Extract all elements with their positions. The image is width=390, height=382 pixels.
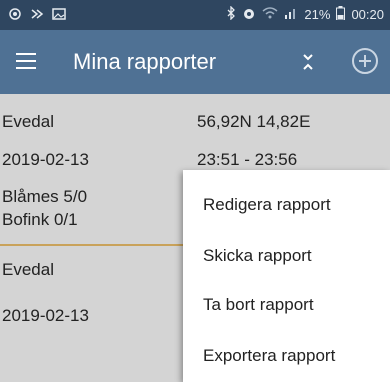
species-entry: Bofink 0/1	[2, 210, 78, 229]
camera-icon	[8, 7, 22, 25]
add-circle-icon[interactable]	[352, 48, 378, 74]
battery-icon	[336, 6, 346, 24]
species-entry: Blåmes 5/0	[2, 187, 88, 206]
wifi-icon	[262, 6, 278, 24]
signal-icon	[284, 6, 298, 24]
nfc-icon	[30, 7, 44, 25]
page-title: Mina rapporter	[73, 49, 217, 74]
menu-item-edit-report[interactable]: Redigera rapport	[183, 180, 390, 230]
report-date: 2019-02-13	[2, 306, 89, 325]
report-date: 2019-02-13	[2, 150, 89, 169]
battery-percent: 21%	[304, 7, 331, 22]
menu-item-export-report[interactable]: Exportera rapport	[183, 331, 390, 381]
bluetooth-icon	[226, 5, 236, 24]
collapse-expand-icon[interactable]	[296, 50, 320, 74]
report-time-range: 23:51 - 23:56	[197, 150, 298, 169]
report-location: Evedal	[2, 260, 54, 279]
menu-item-delete-report[interactable]: Ta bort rapport	[183, 280, 390, 330]
app-bar: Mina rapporter	[0, 30, 390, 94]
report-coordinates: 56,92N 14,82E	[197, 112, 311, 131]
report-location: Evedal	[2, 112, 54, 131]
image-icon	[52, 7, 66, 25]
status-time: 00:20	[351, 7, 384, 22]
hamburger-menu-icon[interactable]	[14, 50, 40, 72]
context-menu: Redigera rapport Skicka rapport Ta bort …	[183, 170, 390, 382]
report-divider	[0, 244, 195, 246]
alarm-icon	[242, 6, 256, 24]
status-bar: 21% 00:20	[0, 0, 390, 30]
menu-item-send-report[interactable]: Skicka rapport	[183, 231, 390, 281]
